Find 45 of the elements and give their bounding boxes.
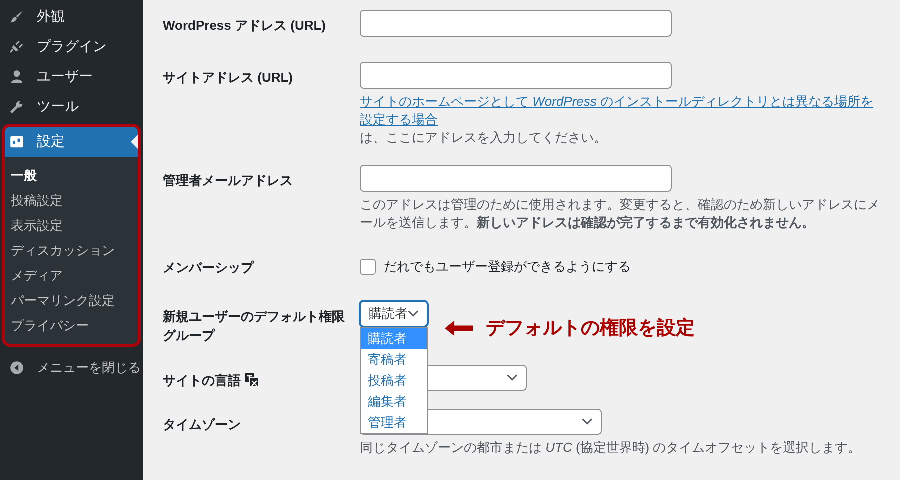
collapse-icon bbox=[9, 360, 25, 376]
field-description: サイトのホームページとして WordPress のインストールディレクトリとは異なる場所を設定する場合 は、ここにアドレスを入力してください。 bbox=[360, 93, 880, 147]
menu-item[interactable]: ツール bbox=[0, 92, 143, 122]
menu-item[interactable]: ユーザー bbox=[0, 62, 143, 92]
brush-icon bbox=[9, 9, 25, 25]
plug-icon bbox=[9, 39, 25, 55]
dropdown-option[interactable]: 投稿者 bbox=[361, 370, 427, 391]
dropdown-option[interactable]: 管理者 bbox=[361, 412, 427, 433]
field-label: メンバーシップ bbox=[163, 259, 256, 277]
submenu-item[interactable]: プライバシー bbox=[5, 313, 138, 338]
chevron-icon bbox=[582, 418, 593, 426]
field-label: 管理者メールアドレス bbox=[163, 172, 294, 190]
field-description: このアドレスは管理のために使用されます。変更すると、確認のため新しいアドレスにメールを送信します。新しいアドレスは確認が完了するまで有効化されません。 bbox=[360, 196, 880, 232]
submenu-item[interactable]: メディア bbox=[5, 263, 138, 288]
help-link[interactable]: サイトのホームページとして WordPress のインストールディレクトリとは異なる場所を設定する場合 bbox=[360, 93, 880, 129]
annotation-text: デフォルトの権限を設定 bbox=[486, 316, 695, 341]
field-label: タイムゾーン bbox=[163, 416, 242, 434]
role-select[interactable]: 購読者 bbox=[360, 301, 428, 327]
text-field[interactable] bbox=[360, 165, 672, 192]
checkbox-label[interactable]: だれでもユーザー登録ができるようにする bbox=[384, 258, 631, 276]
menu-item[interactable]: 外観 bbox=[0, 2, 143, 32]
dropdown-option[interactable]: 編集者 bbox=[361, 391, 427, 412]
settings-icon bbox=[9, 134, 25, 150]
field-label: サイトの言語 bbox=[163, 365, 360, 391]
field-label: 新規ユーザーのデフォルト権限グループ bbox=[163, 308, 346, 345]
dropdown-option[interactable]: 寄稿者 bbox=[361, 349, 427, 370]
submenu-item[interactable]: 表示設定 bbox=[5, 213, 138, 238]
text-field[interactable] bbox=[360, 62, 672, 89]
field-label: WordPress アドレス (URL) bbox=[163, 17, 327, 35]
submenu-item[interactable]: ディスカッション bbox=[5, 238, 138, 263]
checkbox[interactable] bbox=[360, 259, 376, 275]
submenu-item[interactable]: 一般 bbox=[5, 163, 138, 188]
wrench-icon bbox=[9, 99, 25, 115]
menu-item[interactable]: プラグイン bbox=[0, 32, 143, 62]
collapse-menu-button[interactable]: メニューを閉じる bbox=[0, 353, 143, 383]
text-field[interactable] bbox=[360, 10, 672, 37]
submenu-item[interactable]: 投稿設定 bbox=[5, 188, 138, 213]
field-label: サイトアドレス (URL) bbox=[163, 69, 294, 87]
field-description: 同じタイムゾーンの都市または UTC (協定世界時) のタイムオフセットを選択します。 bbox=[360, 439, 862, 457]
left-arrow-icon bbox=[445, 320, 473, 336]
chevron-icon bbox=[408, 310, 419, 318]
menu-item[interactable]: 設定 bbox=[5, 127, 138, 157]
chevron-icon bbox=[507, 374, 518, 382]
user-icon bbox=[9, 69, 25, 85]
submenu-item[interactable]: パーマリンク設定 bbox=[5, 288, 138, 313]
